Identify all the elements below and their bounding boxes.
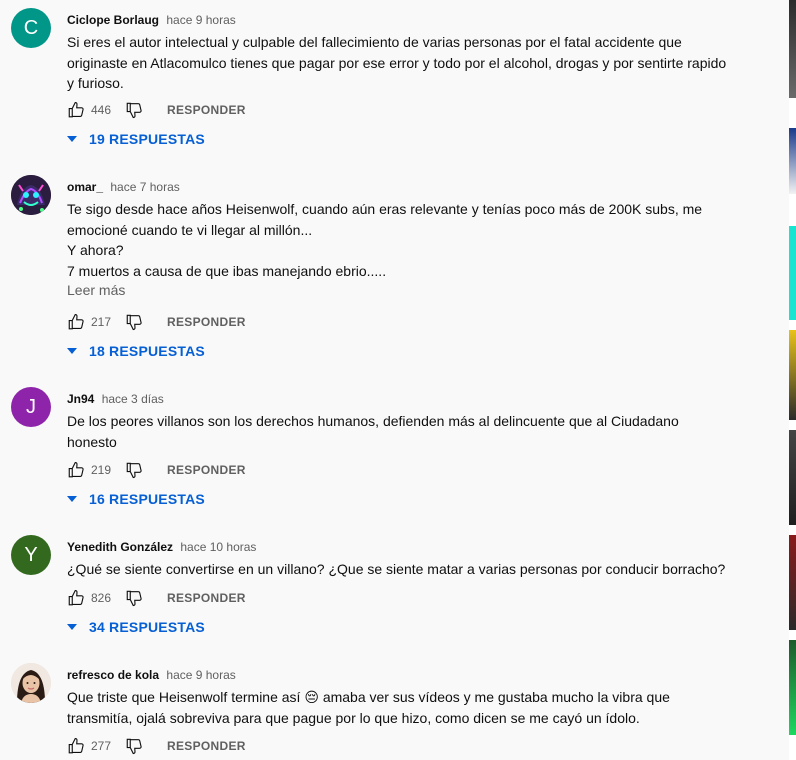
comment-author[interactable]: Ciclope Borlaug <box>67 13 159 27</box>
dislike-icon[interactable] <box>125 461 143 479</box>
comment-line: y furioso. <box>67 75 124 91</box>
comment-header: Jn94 hace 3 días <box>67 391 164 407</box>
comment-author[interactable]: Yenedith González <box>67 540 173 554</box>
neon-creature-avatar-icon <box>11 175 51 215</box>
reply-button[interactable]: RESPONDER <box>167 739 246 753</box>
comment-time[interactable]: hace 3 días <box>102 392 164 406</box>
reply-button[interactable]: RESPONDER <box>167 315 246 329</box>
comment-line: De los peores villanos son los derechos … <box>67 413 679 429</box>
video-thumbnail[interactable] <box>789 330 796 420</box>
dislike-icon[interactable] <box>125 589 143 607</box>
comment-time[interactable]: hace 10 horas <box>180 540 256 554</box>
like-count: 446 <box>91 103 112 117</box>
comment-header: omar_ hace 7 horas <box>67 179 180 195</box>
comment-text: Te sigo desde hace años Heisenwolf, cuan… <box>67 199 747 281</box>
reply-button[interactable]: RESPONDER <box>167 591 246 605</box>
comment-text: Que triste que Heisenwolf termine así 😔 … <box>67 687 747 728</box>
dislike-icon[interactable] <box>125 313 143 331</box>
replies-count-label: 34 RESPUESTAS <box>89 619 205 635</box>
recommended-thumbnails-strip <box>789 0 796 760</box>
comment-time[interactable]: hace 9 horas <box>166 668 235 682</box>
avatar[interactable] <box>11 663 51 703</box>
view-replies-button[interactable]: 16 RESPUESTAS <box>66 489 205 509</box>
like-icon[interactable] <box>67 101 85 119</box>
avatar-letter: Y <box>24 543 38 566</box>
comment-line: originaste en Atlacomulco tienes que pag… <box>67 54 727 71</box>
replies-count-label: 16 RESPUESTAS <box>89 491 205 507</box>
like-count: 826 <box>91 591 112 605</box>
video-thumbnail[interactable] <box>789 430 796 525</box>
comment-line: Que triste que Heisenwolf termine así 😔 … <box>67 689 670 705</box>
video-thumbnail[interactable] <box>789 226 796 320</box>
comment-line: transmitía, ojalá sobreviva para que pag… <box>67 709 640 726</box>
comment-actions: 826 RESPONDER <box>67 588 246 608</box>
comment-author[interactable]: Jn94 <box>67 392 94 406</box>
replies-count-label: 19 RESPUESTAS <box>89 131 205 147</box>
comment-line: Y ahora? <box>67 242 124 258</box>
view-replies-button[interactable]: 34 RESPUESTAS <box>66 617 205 637</box>
comment-actions: 219 RESPONDER <box>67 460 246 480</box>
comment-header: Yenedith González hace 10 horas <box>67 539 256 555</box>
view-replies-button[interactable]: 18 RESPUESTAS <box>66 341 205 361</box>
avatar-letter: C <box>23 16 39 39</box>
reply-button[interactable]: RESPONDER <box>167 103 246 117</box>
comment-actions: 217 RESPONDER <box>67 312 246 332</box>
comment-text: ¿Qué se siente convertirse en un villano… <box>67 559 747 580</box>
replies-count-label: 18 RESPUESTAS <box>89 343 205 359</box>
comment-actions: 277 RESPONDER <box>67 736 246 756</box>
like-icon[interactable] <box>67 313 85 331</box>
video-thumbnail[interactable] <box>789 0 796 98</box>
comment-author[interactable]: refresco de kola <box>67 668 159 682</box>
like-icon[interactable] <box>67 737 85 755</box>
chevron-down-icon <box>67 624 77 630</box>
comment-actions: 446 RESPONDER <box>67 100 246 120</box>
dislike-icon[interactable] <box>125 101 143 119</box>
comment-header: Ciclope Borlaug hace 9 horas <box>67 12 236 28</box>
comment-line: emocioné cuando te vi llegar al millón..… <box>67 221 313 238</box>
chevron-down-icon <box>67 496 77 502</box>
comment-line: Si eres el autor intelectual y culpable … <box>67 34 682 50</box>
comment-text: De los peores villanos son los derechos … <box>67 411 747 452</box>
video-thumbnail[interactable] <box>789 640 796 735</box>
like-icon[interactable] <box>67 589 85 607</box>
chevron-down-icon <box>67 348 77 354</box>
woman-portrait-avatar-icon <box>11 663 51 703</box>
comment-author[interactable]: omar_ <box>67 180 103 194</box>
comment-line: honesto <box>67 433 117 450</box>
comment-line: ¿Qué se siente convertirse en un villano… <box>67 561 726 577</box>
video-thumbnail[interactable] <box>789 535 796 630</box>
dislike-icon[interactable] <box>125 737 143 755</box>
like-icon[interactable] <box>67 461 85 479</box>
comment-time[interactable]: hace 7 horas <box>110 180 179 194</box>
comment-line: 7 muertos a causa de que ibas manejando … <box>67 262 387 279</box>
video-thumbnail[interactable] <box>789 128 796 194</box>
avatar[interactable]: C <box>11 8 51 48</box>
comment-header: refresco de kola hace 9 horas <box>67 667 236 683</box>
comment-text: Si eres el autor intelectual y culpable … <box>67 32 747 94</box>
avatar[interactable]: Y <box>11 535 51 575</box>
comment-line: Te sigo desde hace años Heisenwolf, cuan… <box>67 201 703 217</box>
like-count: 217 <box>91 315 112 329</box>
chevron-down-icon <box>67 136 77 142</box>
comment-time[interactable]: hace 9 horas <box>166 13 235 27</box>
like-count: 219 <box>91 463 112 477</box>
avatar-letter: J <box>26 395 36 418</box>
read-more-link[interactable]: Leer más <box>67 282 125 298</box>
avatar[interactable] <box>11 175 51 215</box>
reply-button[interactable]: RESPONDER <box>167 463 246 477</box>
like-count: 277 <box>91 739 112 753</box>
avatar[interactable]: J <box>11 387 51 427</box>
comments-section: C Ciclope Borlaug hace 9 horas Si eres e… <box>0 0 780 760</box>
view-replies-button[interactable]: 19 RESPUESTAS <box>66 129 205 149</box>
